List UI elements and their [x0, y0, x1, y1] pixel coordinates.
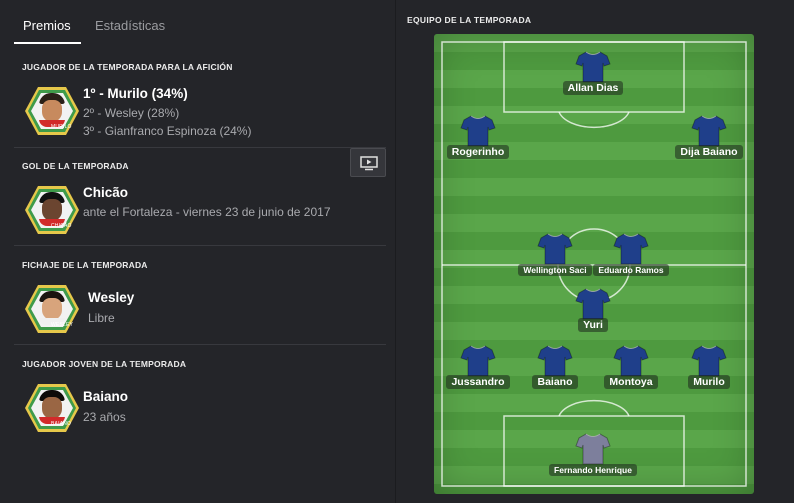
pitch: Allan Dias Rogerinho Dija Baiano Wellington…	[434, 34, 754, 494]
badge-label: CHICÃO	[51, 223, 72, 229]
panel-divider	[395, 0, 396, 503]
award-title-young-player: JUGADOR JOVEN DE LA TEMPORADA	[22, 359, 187, 369]
award-detail: Libre	[88, 311, 115, 325]
divider	[14, 344, 386, 345]
player-name-text: Montoya	[604, 375, 658, 389]
pitch-player[interactable]: Rogerinho	[434, 114, 523, 159]
player-face	[39, 390, 65, 424]
award-winner[interactable]: Chicão	[83, 185, 128, 200]
player-badge-wesley[interactable]: WESLEY	[24, 283, 80, 335]
badge-label: BAIANO	[51, 421, 72, 427]
player-name-text: Dija Baiano	[675, 145, 743, 159]
play-video-button[interactable]	[350, 148, 386, 177]
pitch-player[interactable]: Dija Baiano	[664, 114, 754, 159]
badge-label: WESLEY	[51, 322, 74, 328]
player-face	[39, 192, 65, 226]
pitch-player[interactable]: Fernando Henrique	[548, 432, 638, 476]
award-third-place: 3º - Gianfranco Espinoza (24%)	[83, 124, 252, 138]
player-name-text: Jussandro	[446, 375, 510, 389]
player-badge-chicao[interactable]: CHICÃO	[24, 184, 80, 236]
player-name: Allan Dias	[548, 78, 638, 96]
pitch-player[interactable]: Eduardo Ramos	[586, 232, 676, 276]
player-badge-murilo[interactable]: MURILO	[24, 85, 80, 137]
award-winner[interactable]: Wesley	[88, 290, 134, 305]
player-name-text: Allan Dias	[562, 81, 624, 95]
player-name: Rogerinho	[434, 142, 523, 160]
pitch-player[interactable]: Yuri	[548, 287, 638, 332]
pitch-player[interactable]: Montoya	[586, 344, 676, 389]
player-name: Yuri	[548, 315, 638, 333]
award-runner-up: 2º - Wesley (28%)	[83, 106, 180, 120]
player-name-text: Baiano	[532, 375, 578, 389]
player-badge-baiano[interactable]: BAIANO	[24, 382, 80, 434]
player-name: Fernando Henrique	[548, 460, 638, 478]
awards-panel: Premios Estadísticas JUGADOR DE LA TEMPO…	[0, 0, 394, 503]
divider	[14, 245, 386, 246]
player-name-text: Murilo	[688, 375, 730, 389]
player-name: Montoya	[586, 372, 676, 390]
award-detail: 23 años	[83, 410, 126, 424]
tab-bar: Premios Estadísticas	[0, 0, 394, 48]
badge-label: MURILO	[51, 124, 72, 130]
pitch-player[interactable]: Murilo	[664, 344, 754, 389]
award-detail: ante el Fortaleza - viernes 23 de junio …	[83, 205, 331, 219]
award-title-fan-player: JUGADOR DE LA TEMPORADA PARA LA AFICIÓN	[22, 62, 233, 72]
tab-premios[interactable]: Premios	[23, 18, 71, 33]
tab-estadisticas[interactable]: Estadísticas	[95, 18, 165, 33]
award-title-signing: FICHAJE DE LA TEMPORADA	[22, 260, 148, 270]
player-name-text: Eduardo Ramos	[593, 264, 669, 276]
player-name-text: Yuri	[578, 318, 608, 332]
player-name-text: Rogerinho	[446, 145, 510, 159]
award-title-goal: GOL DE LA TEMPORADA	[22, 161, 129, 171]
play-video-icon	[360, 156, 378, 171]
player-face	[39, 291, 65, 325]
player-name: Dija Baiano	[664, 142, 754, 160]
pitch-player[interactable]: Allan Dias	[548, 50, 638, 95]
player-face	[39, 93, 65, 127]
player-name: Murilo	[664, 372, 754, 390]
divider	[14, 147, 386, 148]
player-name-text: Fernando Henrique	[549, 464, 637, 476]
player-name-text: Wellington Saci	[518, 264, 592, 276]
award-winner[interactable]: Baiano	[83, 389, 128, 404]
award-winner[interactable]: 1º - Murilo (34%)	[83, 86, 188, 101]
team-of-season-title: EQUIPO DE LA TEMPORADA	[407, 15, 532, 25]
player-name: Eduardo Ramos	[586, 260, 676, 278]
active-tab-indicator	[14, 42, 81, 44]
